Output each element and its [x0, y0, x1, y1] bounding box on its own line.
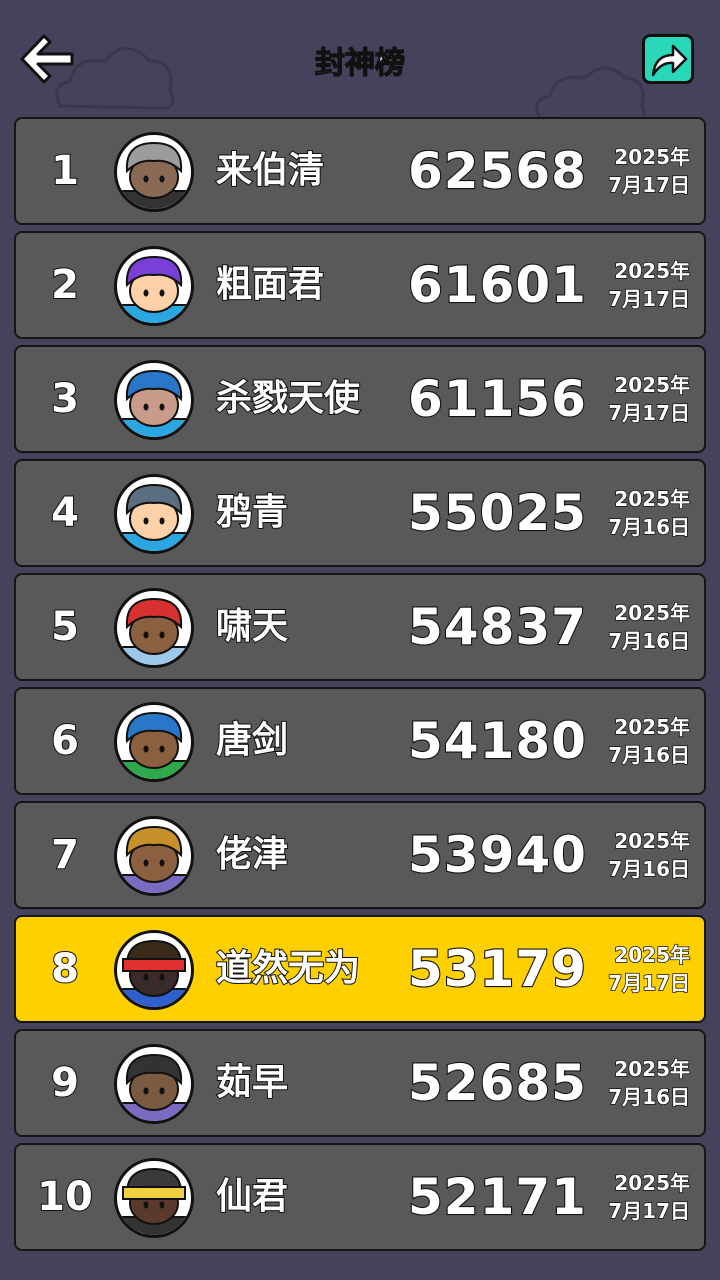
player-name: 啸天: [215, 605, 289, 648]
player-avatar: [114, 360, 194, 440]
rank-number: 3: [50, 375, 80, 423]
player-name: 仙君: [215, 1175, 289, 1218]
player-name: 鸦青: [215, 491, 289, 534]
player-name: 唐剑: [215, 719, 289, 762]
player-name: 茹早: [215, 1061, 289, 1104]
record-date: 2025年 7月17日: [608, 257, 691, 313]
player-name: 佬津: [215, 833, 289, 876]
player-score: 54180: [407, 711, 587, 771]
player-avatar-icon: [117, 483, 191, 551]
player-avatar: [114, 588, 194, 668]
record-date-year: 2025年: [614, 828, 691, 854]
leaderboard-row-current-player[interactable]: 8 道然无为 53179 2025年 7月17日: [14, 915, 706, 1023]
player-avatar-icon: [117, 597, 191, 665]
record-date-day: 7月17日: [608, 286, 691, 312]
record-date-year: 2025年: [614, 600, 691, 626]
player-score: 54837: [407, 597, 587, 657]
rank-number: 5: [50, 603, 80, 651]
leaderboard-row[interactable]: 10 仙君 52171 2025年 7月17日: [14, 1143, 706, 1251]
player-avatar-icon: [117, 825, 191, 893]
player-avatar: [114, 474, 194, 554]
leaderboard-row[interactable]: 7 佬津 53940 2025年 7月16日: [14, 801, 706, 909]
record-date: 2025年 7月17日: [608, 371, 691, 427]
player-score: 52171: [407, 1167, 587, 1227]
player-avatar-icon: [117, 939, 191, 1007]
player-score: 53179: [407, 939, 587, 999]
player-avatar-icon: [117, 255, 191, 323]
record-date-year: 2025年: [614, 372, 691, 398]
rank-number: 8: [50, 945, 80, 993]
rank-number: 7: [50, 831, 80, 879]
rank-number: 10: [36, 1173, 94, 1221]
record-date-year: 2025年: [614, 1170, 691, 1196]
record-date: 2025年 7月16日: [608, 713, 691, 769]
player-name: 杀戮天使: [215, 377, 361, 420]
record-date-day: 7月17日: [608, 172, 691, 198]
leaderboard-list: 1 来伯清 62568 2025年 7月17日 2 粗面君 61601 2025…: [14, 117, 706, 1257]
player-avatar: [114, 816, 194, 896]
player-avatar-icon: [117, 1167, 191, 1235]
record-date: 2025年 7月16日: [608, 599, 691, 655]
header: 封神榜: [0, 0, 720, 118]
record-date-day: 7月17日: [608, 1198, 691, 1224]
player-avatar-icon: [117, 1053, 191, 1121]
record-date: 2025年 7月17日: [608, 143, 691, 199]
share-icon: [651, 44, 688, 77]
leaderboard-row[interactable]: 9 茹早 52685 2025年 7月16日: [14, 1029, 706, 1137]
leaderboard-row[interactable]: 5 啸天 54837 2025年 7月16日: [14, 573, 706, 681]
rank-number: 2: [50, 261, 80, 309]
player-avatar: [114, 132, 194, 212]
player-score: 55025: [407, 483, 587, 543]
record-date-day: 7月16日: [608, 1084, 691, 1110]
record-date-day: 7月17日: [608, 970, 691, 996]
record-date-year: 2025年: [614, 144, 691, 170]
player-avatar: [114, 702, 194, 782]
player-avatar-icon: [117, 711, 191, 779]
player-avatar: [114, 930, 194, 1010]
record-date-year: 2025年: [614, 714, 691, 740]
leaderboard-row[interactable]: 2 粗面君 61601 2025年 7月17日: [14, 231, 706, 339]
record-date: 2025年 7月16日: [608, 485, 691, 541]
record-date: 2025年 7月16日: [608, 1055, 691, 1111]
leaderboard-row[interactable]: 3 杀戮天使 61156 2025年 7月17日: [14, 345, 706, 453]
record-date-year: 2025年: [614, 1056, 691, 1082]
rank-number: 4: [50, 489, 80, 537]
record-date: 2025年 7月17日: [608, 1169, 691, 1225]
record-date-year: 2025年: [614, 942, 691, 968]
leaderboard-row[interactable]: 4 鸦青 55025 2025年 7月16日: [14, 459, 706, 567]
record-date-day: 7月16日: [608, 856, 691, 882]
rank-number: 9: [50, 1059, 80, 1107]
record-date-day: 7月17日: [608, 400, 691, 426]
player-avatar-icon: [117, 141, 191, 209]
player-score: 61601: [407, 255, 587, 315]
player-avatar: [114, 1044, 194, 1124]
record-date-day: 7月16日: [608, 514, 691, 540]
leaderboard-row[interactable]: 6 唐剑 54180 2025年 7月16日: [14, 687, 706, 795]
player-score: 61156: [407, 369, 587, 429]
player-score: 52685: [407, 1053, 587, 1113]
player-name: 来伯清: [215, 149, 325, 192]
record-date: 2025年 7月17日: [608, 941, 691, 997]
player-avatar: [114, 1158, 194, 1238]
share-button[interactable]: [642, 34, 694, 84]
record-date-year: 2025年: [614, 258, 691, 284]
record-date-year: 2025年: [614, 486, 691, 512]
player-score: 53940: [407, 825, 587, 885]
record-date-day: 7月16日: [608, 742, 691, 768]
page-title: 封神榜: [314, 45, 405, 81]
rank-number: 1: [50, 147, 80, 195]
record-date: 2025年 7月16日: [608, 827, 691, 883]
leaderboard-row[interactable]: 1 来伯清 62568 2025年 7月17日: [14, 117, 706, 225]
player-avatar-icon: [117, 369, 191, 437]
player-name: 粗面君: [215, 263, 325, 306]
record-date-day: 7月16日: [608, 628, 691, 654]
player-score: 62568: [407, 141, 587, 201]
player-avatar: [114, 246, 194, 326]
rank-number: 6: [50, 717, 80, 765]
player-name: 道然无为: [215, 947, 361, 990]
